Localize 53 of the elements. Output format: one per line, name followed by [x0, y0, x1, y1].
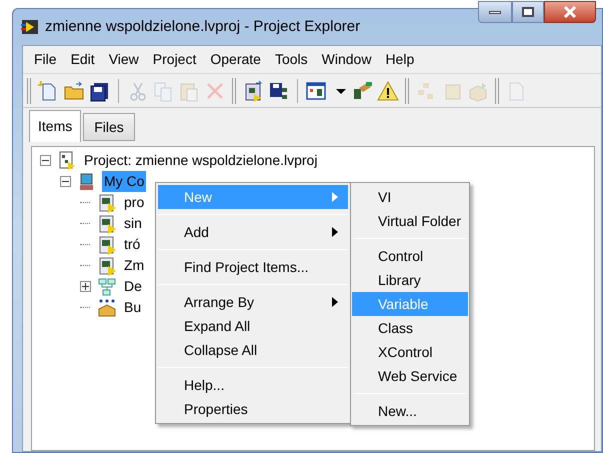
deploy-icon[interactable] — [351, 80, 373, 102]
collapse-icon[interactable] — [40, 155, 50, 166]
menu-item[interactable]: Operate — [203, 49, 268, 70]
tree-item[interactable]: Bu — [122, 297, 144, 318]
menu-item[interactable]: New... — [352, 399, 468, 423]
project-icon — [57, 150, 77, 170]
package-icon — [97, 298, 117, 318]
menu-item[interactable]: View — [102, 49, 146, 70]
tree-item[interactable]: De — [122, 276, 144, 297]
tree-item[interactable]: tró — [122, 234, 142, 255]
menu-item[interactable]: Collapse All — [158, 338, 348, 362]
menu-item[interactable]: Add — [158, 220, 348, 244]
close-button[interactable] — [544, 1, 596, 23]
menu-item[interactable]: Help — [378, 49, 422, 70]
tree-item[interactable]: sin — [122, 213, 144, 234]
maximize-button[interactable] — [512, 1, 544, 23]
menu-item[interactable]: Library — [352, 268, 468, 292]
app-icon — [21, 19, 39, 35]
menu-item[interactable]: XControl — [352, 340, 468, 364]
collapse-icon[interactable] — [60, 176, 70, 187]
menu-item[interactable]: Control — [352, 244, 468, 268]
menu-item[interactable]: Expand All — [158, 314, 348, 338]
menu-item[interactable]: Properties — [158, 397, 348, 421]
window-icon[interactable] — [305, 80, 327, 102]
menu-item[interactable]: Web Service — [352, 364, 468, 388]
vi-icon — [97, 256, 117, 276]
minimize-button[interactable] — [478, 1, 512, 23]
tab[interactable]: Files — [83, 113, 135, 141]
menu-item[interactable]: Project — [146, 49, 204, 70]
tree-item[interactable]: Zm — [122, 255, 146, 276]
window-title: zmienne wspoldzielone.lvproj - Project Explorer — [45, 16, 360, 37]
warning-icon[interactable] — [377, 80, 399, 102]
vi-icon — [97, 192, 117, 212]
menu-item[interactable]: Help... — [158, 373, 348, 397]
menu-item[interactable]: File — [27, 49, 64, 70]
close-icon — [563, 6, 577, 18]
menu-item[interactable]: Find Project Items... — [158, 255, 348, 279]
tab[interactable]: Items — [29, 110, 82, 142]
vi-icon — [97, 234, 117, 254]
vi-icon — [97, 214, 117, 234]
menu-item[interactable]: Tools — [268, 49, 315, 70]
folder-icon[interactable] — [63, 80, 85, 102]
menu-item[interactable]: Virtual Folder — [352, 209, 468, 233]
expand-icon[interactable] — [80, 281, 90, 292]
menu-item[interactable]: Class — [352, 316, 468, 340]
tree-item[interactable]: My Co — [102, 171, 146, 192]
menu-item[interactable]: VI — [352, 185, 468, 209]
menu-item[interactable]: Window — [314, 49, 378, 70]
tree-item[interactable]: Project: zmienne wspoldzielone.lvproj — [82, 150, 320, 171]
network-icon — [97, 276, 117, 296]
menu-item[interactable]: Edit — [64, 49, 102, 70]
menu-item[interactable]: Arrange By — [158, 290, 348, 314]
tree-item[interactable]: pro — [122, 192, 146, 213]
